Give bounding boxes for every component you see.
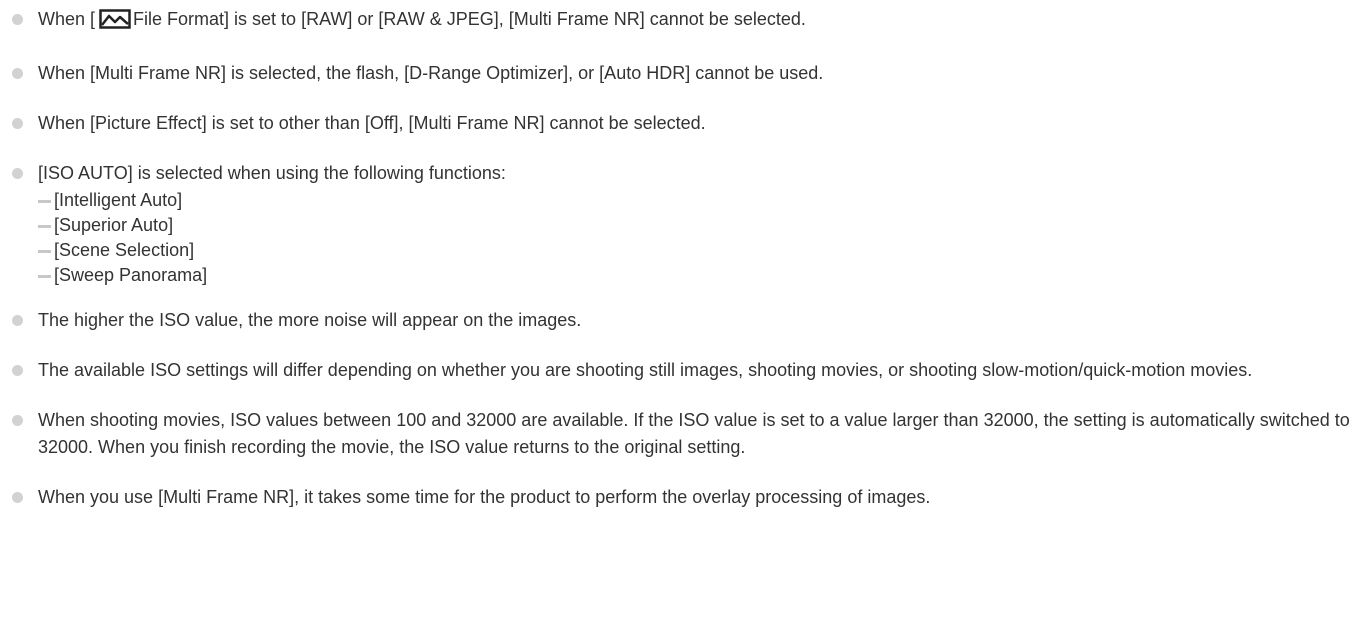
note-picture-effect: When [Picture Effect] is set to other th…: [0, 110, 1354, 137]
bullet-icon: [12, 415, 23, 426]
dash-icon: [38, 200, 51, 203]
note-text: The available ISO settings will differ d…: [38, 360, 1253, 380]
note-overlay-processing: When you use [Multi Frame NR], it takes …: [0, 484, 1354, 511]
list-item: [Intelligent Auto]: [38, 188, 1354, 213]
list-item-label: [Scene Selection]: [54, 240, 195, 260]
list-item: [Sweep Panorama]: [38, 263, 1354, 288]
list-item-label: [Intelligent Auto]: [54, 190, 183, 210]
note-multi-frame-flash: When [Multi Frame NR] is selected, the f…: [0, 60, 1354, 87]
note-text: When [Multi Frame NR] is selected, the f…: [38, 63, 824, 83]
list-item-label: [Superior Auto]: [54, 215, 174, 235]
note-text: When shooting movies, ISO values between…: [38, 410, 1350, 457]
notes-list: When [ File Format] is set to [RAW] or [R…: [0, 0, 1354, 511]
bullet-icon: [12, 118, 23, 129]
still-image-icon: [99, 9, 131, 37]
dash-icon: [38, 225, 51, 228]
list-item: [Superior Auto]: [38, 213, 1354, 238]
note-text: [ISO AUTO] is selected when using the fo…: [38, 163, 506, 183]
note-text-suffix: File Format] is set to [RAW] or [RAW & J…: [133, 9, 806, 29]
note-iso-settings: The available ISO settings will differ d…: [0, 357, 1354, 384]
dash-icon: [38, 250, 51, 253]
note-text: When you use [Multi Frame NR], it takes …: [38, 487, 931, 507]
note-movie-iso: When shooting movies, ISO values between…: [0, 407, 1354, 461]
note-iso-noise: The higher the ISO value, the more noise…: [0, 307, 1354, 334]
bullet-icon: [12, 492, 23, 503]
note-file-format: When [ File Format] is set to [RAW] or [R…: [0, 6, 1354, 37]
list-item: [Scene Selection]: [38, 238, 1354, 263]
sub-list: [Intelligent Auto] [Superior Auto] [Scen…: [38, 188, 1354, 288]
list-item-label: [Sweep Panorama]: [54, 265, 208, 285]
note-iso-auto: [ISO AUTO] is selected when using the fo…: [0, 160, 1354, 288]
bullet-icon: [12, 68, 23, 79]
note-text: When [Picture Effect] is set to other th…: [38, 113, 706, 133]
bullet-icon: [12, 14, 23, 25]
note-text: The higher the ISO value, the more noise…: [38, 310, 582, 330]
note-text-prefix: When [: [38, 9, 96, 29]
dash-icon: [38, 275, 51, 278]
bullet-icon: [12, 168, 23, 179]
bullet-icon: [12, 315, 23, 326]
note-text: When [ File Format] is set to [RAW] or [R…: [38, 6, 1354, 37]
bullet-icon: [12, 365, 23, 376]
